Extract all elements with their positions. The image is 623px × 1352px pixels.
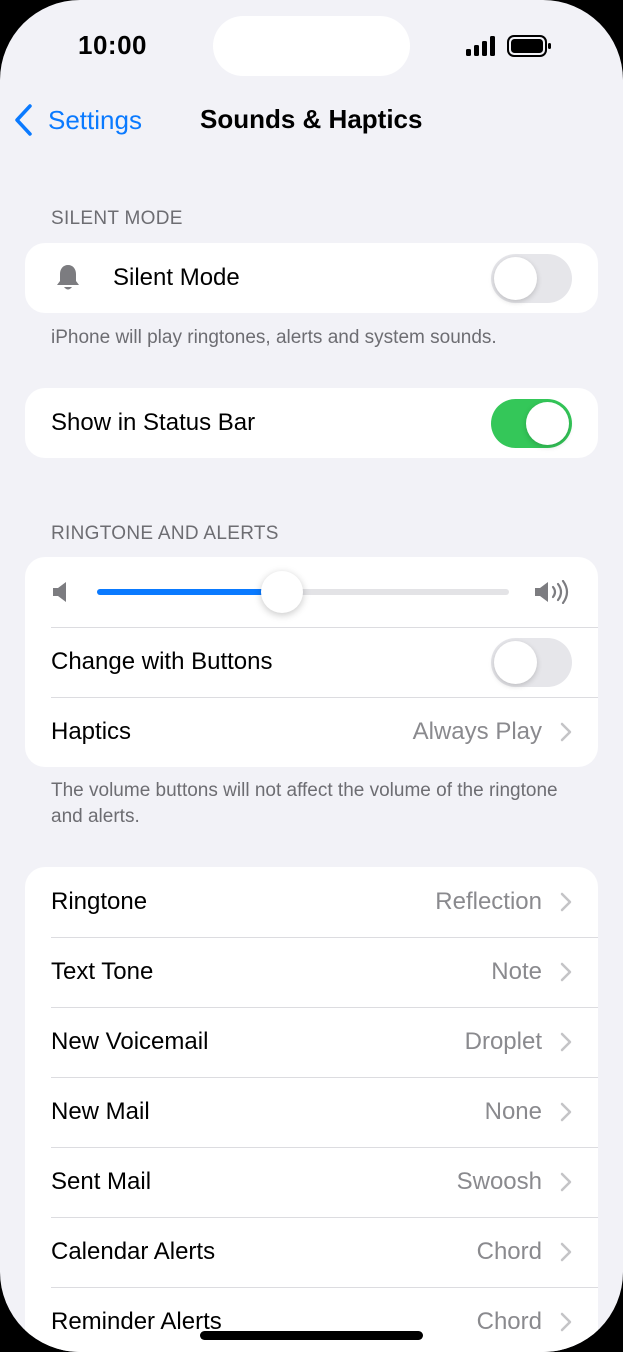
sound-row-label: Text Tone bbox=[51, 958, 154, 985]
sound-row[interactable]: New Voicemail Droplet bbox=[25, 1007, 598, 1077]
home-indicator bbox=[200, 1331, 423, 1340]
sound-row[interactable]: Calendar Alerts Chord bbox=[25, 1217, 598, 1287]
sound-row-value: Droplet bbox=[464, 1028, 542, 1055]
silent-mode-label: Silent Mode bbox=[113, 264, 240, 291]
haptics-row[interactable]: Haptics Always Play bbox=[25, 697, 598, 767]
silent-mode-footer: iPhone will play ringtones, alerts and s… bbox=[51, 327, 497, 348]
volume-slider-thumb[interactable] bbox=[261, 571, 304, 613]
sound-row-value: Chord bbox=[476, 1308, 542, 1335]
change-with-buttons-label: Change with Buttons bbox=[51, 648, 273, 675]
sounds-group: Ringtone Reflection Text Tone Note New Voice… bbox=[25, 867, 598, 1352]
change-with-buttons-toggle[interactable] bbox=[491, 637, 572, 687]
haptics-label: Haptics bbox=[51, 718, 132, 745]
toggle-knob bbox=[494, 256, 537, 300]
sound-row-label: Calendar Alerts bbox=[51, 1238, 216, 1265]
chevron-right-icon bbox=[560, 722, 572, 742]
back-button-label: Settings bbox=[48, 104, 142, 135]
toggle-knob bbox=[494, 640, 537, 684]
toggle-knob bbox=[526, 401, 569, 445]
sound-row[interactable]: Sent Mail Swoosh bbox=[25, 1147, 598, 1217]
silent-mode-toggle[interactable] bbox=[491, 253, 572, 303]
sound-row-label: New Mail bbox=[51, 1098, 150, 1125]
sound-row-label: Reminder Alerts bbox=[51, 1308, 222, 1335]
silent-mode-row[interactable]: Silent Mode bbox=[25, 243, 598, 313]
sound-row-value: Reflection bbox=[435, 888, 542, 915]
page-title: Sounds & Haptics bbox=[200, 104, 423, 134]
chevron-right-icon bbox=[560, 892, 572, 912]
chevron-right-icon bbox=[560, 1102, 572, 1122]
chevron-right-icon bbox=[560, 1032, 572, 1052]
haptics-value: Always Play bbox=[412, 718, 542, 745]
bell-icon bbox=[57, 265, 79, 290]
chevron-left-icon bbox=[15, 104, 32, 136]
sound-row[interactable]: Reminder Alerts Chord bbox=[25, 1287, 598, 1352]
show-in-status-bar-label: Show in Status Bar bbox=[51, 409, 256, 436]
chevron-right-icon bbox=[560, 1242, 572, 1262]
sound-row-value: None bbox=[484, 1098, 542, 1125]
cellular-signal-icon bbox=[466, 36, 495, 56]
section-header-silent-mode: SILENT MODE bbox=[51, 208, 183, 229]
sound-row-label: Sent Mail bbox=[51, 1168, 152, 1195]
ringtone-alerts-footer: The volume buttons will not affect the v… bbox=[51, 780, 558, 827]
section-header-ringtone-alerts: RINGTONE AND ALERTS bbox=[51, 523, 279, 544]
speaker-high-icon bbox=[535, 580, 569, 604]
sound-row[interactable]: Text Tone Note bbox=[25, 937, 598, 1007]
sound-row[interactable]: Ringtone Reflection bbox=[25, 867, 598, 937]
dynamic-island bbox=[213, 16, 410, 76]
show-in-status-bar-row[interactable]: Show in Status Bar bbox=[25, 388, 598, 458]
phone-screen: 10:00 Settings Sounds & Haptics SILENT M… bbox=[0, 0, 623, 1352]
speaker-low-icon bbox=[53, 582, 66, 602]
sound-row[interactable]: New Mail None bbox=[25, 1077, 598, 1147]
sound-row-label: New Voicemail bbox=[51, 1028, 209, 1055]
volume-slider-fill bbox=[97, 589, 283, 595]
volume-slider-row bbox=[25, 557, 598, 627]
sound-row-value: Swoosh bbox=[456, 1168, 542, 1195]
ringtone-alerts-group: Change with Buttons Haptics Always Play bbox=[25, 557, 598, 767]
status-time: 10:00 bbox=[78, 30, 147, 60]
sounds-list: Ringtone Reflection Text Tone Note New Voice… bbox=[25, 867, 598, 1352]
sound-row-value: Note bbox=[491, 958, 542, 985]
chevron-right-icon bbox=[560, 1172, 572, 1192]
sound-row-value: Chord bbox=[476, 1238, 542, 1265]
back-button[interactable]: Settings bbox=[12, 103, 142, 137]
chevron-right-icon bbox=[560, 962, 572, 982]
chevron-right-icon bbox=[560, 1312, 572, 1332]
change-with-buttons-row[interactable]: Change with Buttons bbox=[25, 627, 598, 697]
silent-mode-group: Silent Mode bbox=[25, 243, 598, 313]
battery-icon bbox=[507, 35, 551, 57]
show-in-status-bar-toggle[interactable] bbox=[491, 398, 572, 448]
sound-row-label: Ringtone bbox=[51, 888, 148, 915]
volume-slider[interactable] bbox=[97, 571, 509, 613]
status-bar-group: Show in Status Bar bbox=[25, 388, 598, 458]
